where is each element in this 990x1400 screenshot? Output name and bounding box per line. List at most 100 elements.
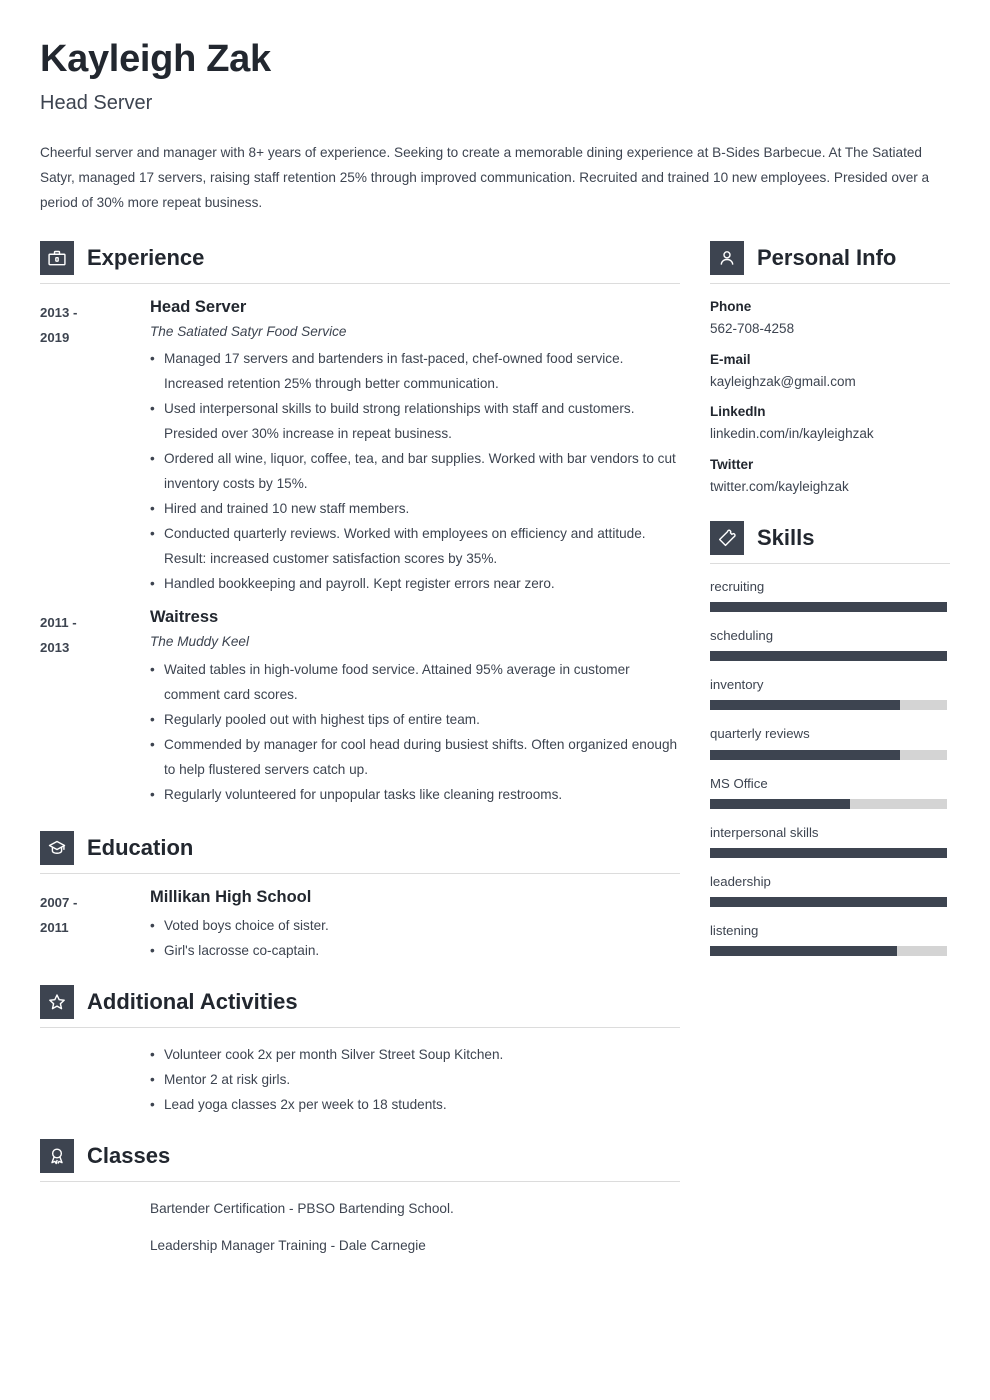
skill-bar-fill [710,651,947,662]
section-skills: Skills recruiting scheduling inventory q… [710,521,950,957]
entry-bullets: Waited tables in high-volume food servic… [150,657,680,807]
section-divider [40,872,680,874]
bullet-item: Voted boys choice of sister. [150,913,680,938]
classes-body: Bartender Certification - PBSO Bartendin… [40,1196,680,1258]
skill-label: scheduling [710,628,774,644]
entry-date-start: 2013 - [40,304,78,320]
section-classes: Classes Bartender Certification - PBSO B… [40,1138,680,1258]
bullet-item: Managed 17 servers and bartenders in fas… [150,346,680,396]
activities-body: Volunteer cook 2x per month Silver Stree… [40,1042,680,1117]
experience-entry: 2013 - 2019 Head Server The Satiated Sat… [40,298,680,596]
skill-label: MS Office [710,775,768,791]
field-label: E-mail [710,351,751,367]
bullet-item: Ordered all wine, liquor, coffee, tea, a… [150,446,680,496]
entry-date-end: 2019 [40,329,70,345]
section-title: Education [87,834,194,860]
experience-entry: 2011 - 2013 Waitress The Muddy Keel Wait… [40,608,680,806]
skill-item: quarterly reviews [710,725,950,760]
skill-item: inventory [710,676,950,711]
skill-label: inventory [710,677,764,693]
skill-label: recruiting [710,579,765,595]
personal-info-field: LinkedIn linkedin.com/in/kayleighzak [710,403,950,444]
entry-role: Waitress [150,608,219,627]
bullet-item: Hired and trained 10 new staff members. [150,496,680,521]
briefcase-icon [40,240,74,275]
entry-role: Head Server [150,297,247,316]
entry-body: Head Server The Satiated Satyr Food Serv… [150,298,680,596]
section-education: Education 2007 - 2011 Millikan High Scho… [40,830,680,963]
field-value[interactable]: twitter.com/kayleighzak [710,478,950,497]
candidate-job-title: Head Server [40,91,153,114]
bullet-item: Lead yoga classes 2x per week to 18 stud… [150,1092,680,1117]
field-value[interactable]: kayleighzak@gmail.com [710,373,950,392]
section-header-skills: Skills [710,521,950,556]
graduation-cap-icon [40,830,74,865]
section-header-education: Education [40,830,680,865]
skill-item: leadership [710,873,950,908]
skill-bar-track [710,749,947,760]
person-icon [710,240,744,275]
skill-item: scheduling [710,627,950,662]
skill-bar-fill [710,602,947,613]
section-divider [40,282,680,284]
bullet-item: Conducted quarterly reviews. Worked with… [150,521,680,571]
bullet-item: Handled bookkeeping and payroll. Kept re… [150,571,680,596]
skill-label: quarterly reviews [710,726,810,742]
bullet-item: Girl's lacrosse co-captain. [150,938,680,963]
professional-summary: Cheerful server and manager with 8+ year… [40,144,930,210]
sidebar-column: Personal Info Phone 562-708-4258 E-mail … [710,240,950,971]
section-title: Skills [757,525,815,551]
section-header-experience: Experience [40,240,680,275]
entry-body: Waitress The Muddy Keel Waited tables in… [150,608,680,806]
section-experience: Experience 2013 - 2019 Head Server The S… [40,240,680,807]
personal-info-field: Phone 562-708-4258 [710,298,950,339]
field-label: Twitter [710,457,754,473]
two-column-layout: Experience 2013 - 2019 Head Server The S… [40,240,950,1270]
skill-bar-track [710,700,947,711]
activities-bullets: Volunteer cook 2x per month Silver Stree… [150,1042,680,1117]
section-header-additional-activities: Additional Activities [40,984,680,1019]
bullet-item: Waited tables in high-volume food servic… [150,657,680,707]
class-item: Bartender Certification - PBSO Bartendin… [150,1200,454,1216]
skill-label: listening [710,923,759,939]
personal-info-field: Twitter twitter.com/kayleighzak [710,456,950,497]
section-divider [710,563,950,565]
entry-date-start: 2007 - [40,894,78,910]
skill-bar-track [710,897,947,908]
skill-item: recruiting [710,578,950,613]
entry-bullets: Managed 17 servers and bartenders in fas… [150,346,680,596]
personal-info-field: E-mail kayleighzak@gmail.com [710,351,950,392]
skill-item: MS Office [710,775,950,809]
skill-label: interpersonal skills [710,824,819,840]
entry-school: Millikan High School [150,887,312,906]
skill-bar-track [710,847,947,858]
skill-item: interpersonal skills [710,824,950,858]
entry-body: Millikan High School Voted boys choice o… [150,888,680,963]
main-column: Experience 2013 - 2019 Head Server The S… [40,240,680,1270]
skill-bar-fill [710,700,900,711]
section-title: Personal Info [757,244,897,270]
entry-date-start: 2011 - [40,615,77,631]
section-divider [40,1026,680,1028]
skill-bar-fill [710,946,898,957]
skill-bar-track [710,602,947,613]
entry-date: 2013 - 2019 [40,298,150,596]
resume-page: Kayleigh Zak Head Server Cheerful server… [0,0,990,1400]
skill-bar-fill [710,847,947,858]
entry-date-end: 2013 [40,640,70,656]
field-value: 562-708-4258 [710,320,795,336]
star-icon [40,984,74,1019]
entry-organization: The Muddy Keel [150,634,249,650]
field-value[interactable]: linkedin.com/in/kayleighzak [710,425,950,444]
section-personal-info: Personal Info Phone 562-708-4258 E-mail … [710,240,950,497]
bullet-item: Regularly pooled out with highest tips o… [150,707,680,732]
section-header-personal-info: Personal Info [710,240,950,275]
award-ribbon-icon [40,1138,74,1173]
section-additional-activities: Additional Activities Volunteer cook 2x … [40,984,680,1117]
field-label: Phone [710,298,752,314]
entry-date-end: 2011 [40,919,69,935]
education-entry: 2007 - 2011 Millikan High School Voted b… [40,888,680,963]
bullet-item: Regularly volunteered for unpopular task… [150,782,680,807]
skill-item: listening [710,922,950,957]
